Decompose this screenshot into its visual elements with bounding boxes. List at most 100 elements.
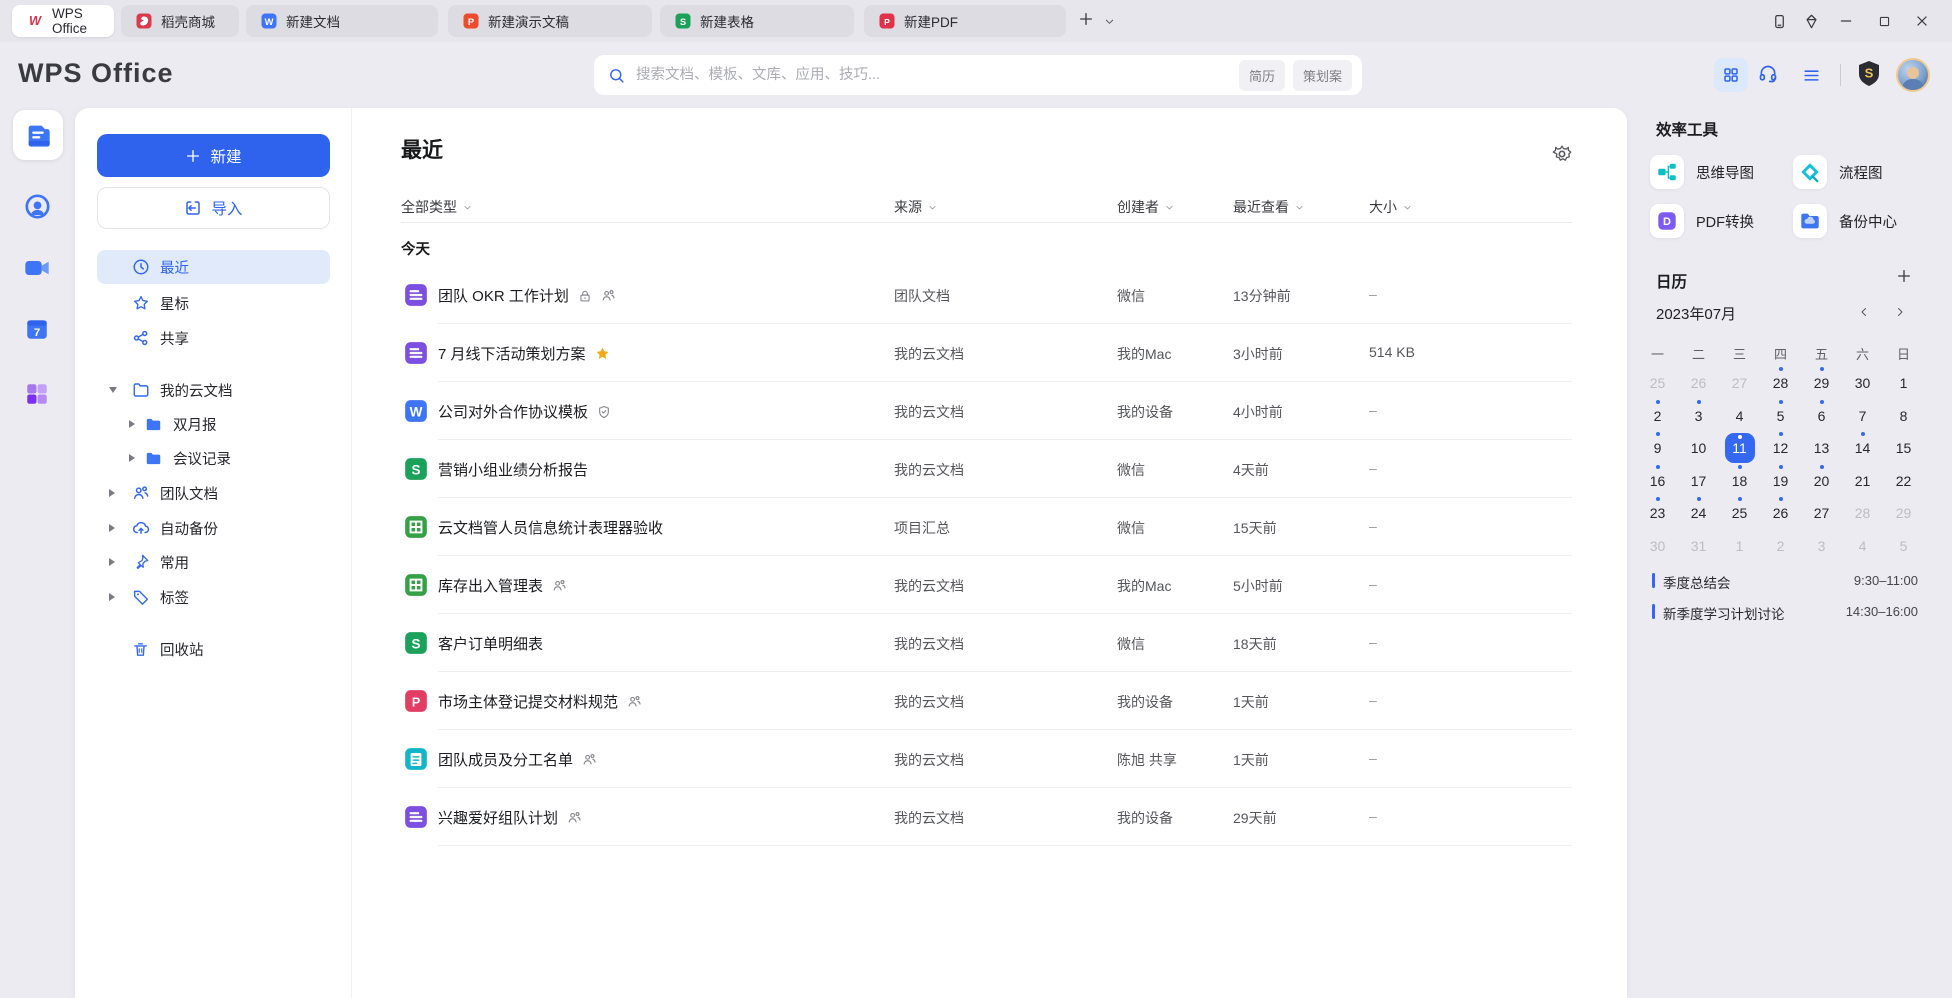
- user-avatar[interactable]: [1896, 58, 1930, 92]
- calendar-day-21[interactable]: 21: [1842, 465, 1883, 497]
- calendar-day-28[interactable]: 28: [1842, 497, 1883, 529]
- calendar-next-button[interactable]: [1894, 306, 1906, 318]
- calendar-day-25[interactable]: 25: [1637, 367, 1678, 399]
- member-s-badge-icon[interactable]: S: [1856, 60, 1882, 88]
- calendar-day-28[interactable]: 28: [1760, 367, 1801, 399]
- calendar-day-4[interactable]: 4: [1719, 400, 1760, 432]
- filter-4[interactable]: 最近查看: [1233, 196, 1304, 218]
- calendar-day-18[interactable]: 18: [1719, 465, 1760, 497]
- tab-document-4[interactable]: S新建表格: [660, 5, 854, 37]
- calendar-prev-button[interactable]: [1858, 306, 1870, 318]
- calendar-day-8[interactable]: 8: [1883, 400, 1924, 432]
- calendar-day-14[interactable]: 14: [1842, 432, 1883, 464]
- tab-document-2[interactable]: W新建文档: [246, 5, 438, 37]
- mobile-sync-icon[interactable]: [1766, 9, 1792, 33]
- tab-document-1[interactable]: 稻壳商城: [121, 5, 239, 37]
- calendar-day-2[interactable]: 2: [1760, 530, 1801, 562]
- menu-hamburger-icon[interactable]: [1802, 66, 1821, 85]
- calendar-day-13[interactable]: 13: [1801, 432, 1842, 464]
- calendar-day-26[interactable]: 26: [1760, 497, 1801, 529]
- calendar-day-5[interactable]: 5: [1883, 530, 1924, 562]
- calendar-day-29[interactable]: 29: [1883, 497, 1924, 529]
- calendar-day-29[interactable]: 29: [1801, 367, 1842, 399]
- tool-1[interactable]: 思维导图: [1650, 155, 1754, 189]
- calendar-day-17[interactable]: 17: [1678, 465, 1719, 497]
- calendar-day-31[interactable]: 31: [1678, 530, 1719, 562]
- calendar-day-22[interactable]: 22: [1883, 465, 1924, 497]
- search-input[interactable]: [634, 66, 1231, 84]
- calendar-day-30[interactable]: 30: [1637, 530, 1678, 562]
- tab-home[interactable]: WWPS Office: [12, 5, 114, 37]
- calendar-day-16[interactable]: 16: [1637, 465, 1678, 497]
- calendar-day-5[interactable]: 5: [1760, 400, 1801, 432]
- calendar-day-20[interactable]: 20: [1801, 465, 1842, 497]
- tab-document-3[interactable]: P新建演示文稿: [448, 5, 652, 37]
- table-row[interactable]: 7 月线下活动策划方案我的云文档我的Mac3小时前514 KB: [75, 324, 1627, 382]
- search-bar[interactable]: 简历 策划案: [594, 55, 1362, 95]
- import-button[interactable]: 导入: [97, 187, 330, 229]
- table-row[interactable]: 团队 OKR 工作计划团队文档微信13分钟前–: [75, 266, 1627, 324]
- search-chip-plan[interactable]: 策划案: [1293, 60, 1352, 91]
- calendar-day-25[interactable]: 25: [1719, 497, 1760, 529]
- calendar-day-12[interactable]: 12: [1760, 432, 1801, 464]
- calendar-day-27[interactable]: 27: [1719, 367, 1760, 399]
- filter-5[interactable]: 大小: [1369, 196, 1412, 218]
- tool-3[interactable]: DPDF转换: [1650, 204, 1754, 238]
- calendar-day-15[interactable]: 15: [1883, 432, 1924, 464]
- search-chip-resume[interactable]: 简历: [1239, 60, 1285, 91]
- file-source: 我的云文档: [894, 460, 964, 480]
- apps-grid-button[interactable]: [1714, 58, 1748, 92]
- close-button[interactable]: [1909, 9, 1935, 33]
- table-row[interactable]: W公司对外合作协议模板我的云文档我的设备4小时前–: [75, 382, 1627, 440]
- calendar-day-26[interactable]: 26: [1678, 367, 1719, 399]
- filter-2[interactable]: 来源: [894, 196, 937, 218]
- weekday-label: 二: [1678, 344, 1719, 363]
- calendar-day-9[interactable]: 9: [1637, 432, 1678, 464]
- table-row[interactable]: S客户订单明细表我的云文档微信18天前–: [75, 614, 1627, 672]
- calendar-day-2[interactable]: 2: [1637, 400, 1678, 432]
- tab-document-5[interactable]: P新建PDF: [864, 5, 1066, 37]
- maximize-button[interactable]: [1871, 9, 1897, 33]
- app-strip-item-calendar[interactable]: 7: [23, 315, 51, 343]
- table-row[interactable]: P市场主体登记提交材料规范我的云文档我的设备1天前–: [75, 672, 1627, 730]
- new-document-button[interactable]: 新建: [97, 134, 330, 177]
- calendar-day-30[interactable]: 30: [1842, 367, 1883, 399]
- tool-2[interactable]: 流程图: [1793, 155, 1883, 189]
- app-strip-item-more-apps[interactable]: [23, 380, 51, 408]
- membership-gem-icon[interactable]: [1798, 9, 1824, 33]
- table-row[interactable]: 库存出入管理表我的云文档我的Mac5小时前–: [75, 556, 1627, 614]
- calendar-day-19[interactable]: 19: [1760, 465, 1801, 497]
- new-tab-button[interactable]: [1078, 11, 1094, 27]
- calendar-day-6[interactable]: 6: [1801, 400, 1842, 432]
- list-settings-gear-icon[interactable]: [1552, 144, 1572, 164]
- calendar-day-11[interactable]: 11: [1719, 432, 1760, 464]
- calendar-day-7[interactable]: 7: [1842, 400, 1883, 432]
- app-strip-item-meeting[interactable]: [23, 254, 51, 282]
- event-color-bar: [1652, 573, 1655, 588]
- table-row[interactable]: S营销小组业绩分析报告我的云文档微信4天前–: [75, 440, 1627, 498]
- calendar-day-3[interactable]: 3: [1801, 530, 1842, 562]
- calendar-day-4[interactable]: 4: [1842, 530, 1883, 562]
- calendar-day-24[interactable]: 24: [1678, 497, 1719, 529]
- tab-list-chevron-icon[interactable]: [1104, 16, 1115, 27]
- calendar-add-event-button[interactable]: [1896, 268, 1912, 284]
- calendar-day-1[interactable]: 1: [1719, 530, 1760, 562]
- table-row[interactable]: 团队成员及分工名单我的云文档陈旭 共享1天前–: [75, 730, 1627, 788]
- minimize-button[interactable]: [1833, 9, 1859, 33]
- calendar-event[interactable]: 季度总结会9:30–11:00: [1652, 571, 1918, 591]
- table-row[interactable]: 云文档管人员信息统计表理器验收项目汇总微信15天前–: [75, 498, 1627, 556]
- calendar-day-23[interactable]: 23: [1637, 497, 1678, 529]
- filter-1[interactable]: 全部类型: [401, 196, 472, 218]
- app-strip-item-docs-home[interactable]: [13, 110, 63, 160]
- calendar-day-1[interactable]: 1: [1883, 367, 1924, 399]
- filter-3[interactable]: 创建者: [1117, 196, 1174, 218]
- calendar-day-27[interactable]: 27: [1801, 497, 1842, 529]
- support-headset-icon[interactable]: [1758, 64, 1778, 84]
- tool-4[interactable]: 备份中心: [1793, 204, 1897, 238]
- star-badge-icon: [595, 346, 610, 361]
- app-strip-item-chat[interactable]: [23, 192, 51, 220]
- table-row[interactable]: 兴趣爱好组队计划我的云文档我的设备29天前–: [75, 788, 1627, 846]
- calendar-day-10[interactable]: 10: [1678, 432, 1719, 464]
- calendar-event[interactable]: 新季度学习计划讨论14:30–16:00: [1652, 602, 1918, 622]
- calendar-day-3[interactable]: 3: [1678, 400, 1719, 432]
